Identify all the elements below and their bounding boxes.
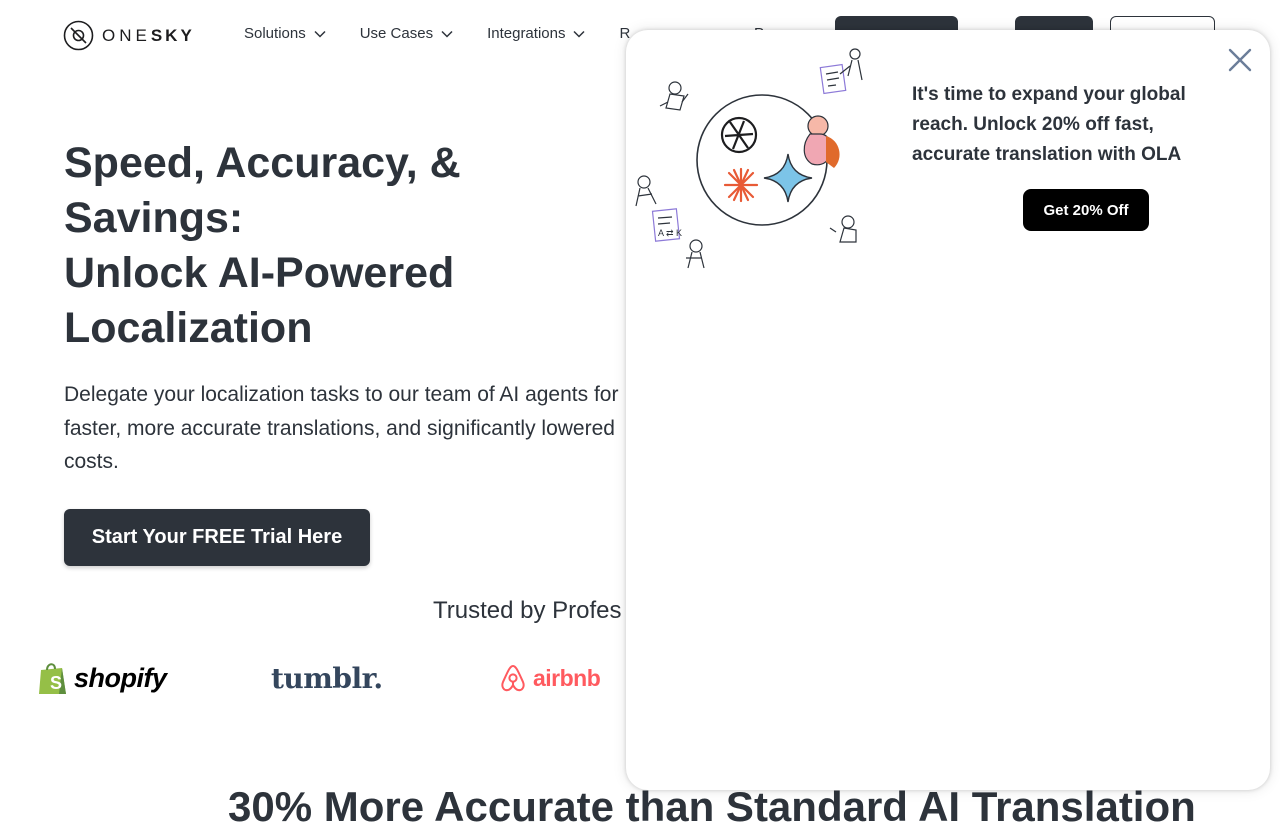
close-icon[interactable] [1226,46,1254,74]
hero-subtitle: Delegate your localization tasks to our … [64,383,619,473]
hero-title-line: Localization [64,304,313,352]
get-discount-button[interactable]: Get 20% Off [1023,189,1149,231]
hero-title-line: Speed, Accuracy, & [64,139,461,187]
onesky-logo[interactable]: ONESKY [63,20,195,51]
accuracy-headline: 30% More Accurate than Standard AI Trans… [228,783,1196,830]
ai-translation-illustration: A ⇄ K [635,48,863,269]
shopify-logo: S shopify [38,660,167,696]
tumblr-wordmark: tumblr. [271,661,383,695]
svg-text:S: S [50,673,62,693]
main-nav: Solutions Use Cases Integrations R P [244,25,764,42]
hero-title: Speed, Accuracy, & Savings: Unlock AI-Po… [64,136,624,356]
nav-solutions-label: Solutions [244,25,306,42]
chevron-down-icon [314,30,326,38]
shopify-wordmark: shopify [74,662,167,693]
hero-title-line: Unlock AI-Powered [64,249,455,297]
trusted-by-heading: Trusted by Profes [433,597,622,624]
logo-wordmark: ONESKY [102,25,195,45]
nav-integrations-label: Integrations [487,25,566,42]
tumblr-logo: tumblr. [271,660,383,696]
popup-message: It's time to expand your global reach. U… [912,84,1186,165]
airbnb-wordmark: airbnb [533,664,601,691]
svg-text:A ⇄ K: A ⇄ K [658,228,682,238]
nav-solutions[interactable]: Solutions [244,25,326,42]
onesky-logo-icon [63,20,94,51]
chevron-down-icon [573,30,585,38]
airbnb-belo-icon [501,664,525,692]
hero-title-line: Savings: [64,194,244,242]
nav-integrations[interactable]: Integrations [487,25,585,42]
start-free-trial-button[interactable]: Start Your FREE Trial Here [64,509,370,566]
airbnb-logo: airbnb [499,660,601,696]
chevron-down-icon [441,30,453,38]
nav-use-cases[interactable]: Use Cases [360,25,453,42]
nav-use-cases-label: Use Cases [359,25,434,42]
shopify-bag-icon: S [39,663,66,694]
sparkle-orange-icon [723,167,759,203]
